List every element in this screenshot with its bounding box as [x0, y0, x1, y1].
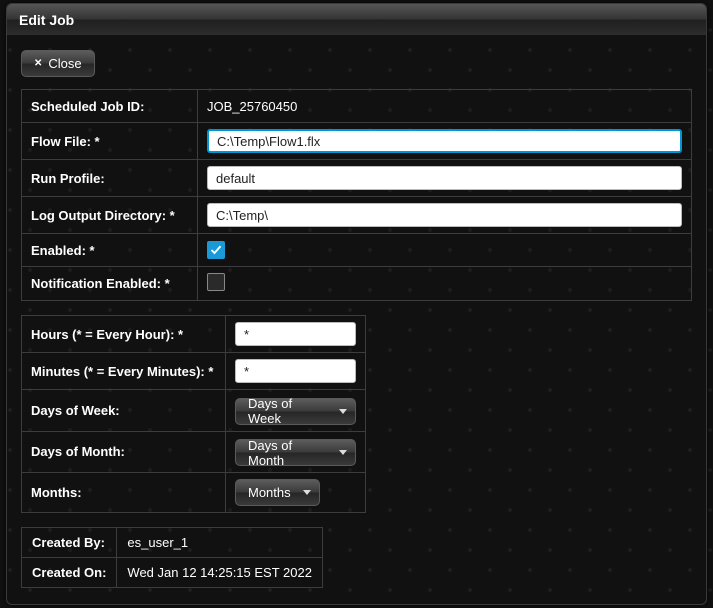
flow-file-input[interactable] [207, 129, 682, 153]
label-created-by: Created By: [22, 528, 117, 558]
days-of-month-selected: Days of Month [248, 438, 327, 468]
label-enabled: Enabled: * [22, 234, 198, 267]
months-selected: Months [248, 485, 291, 500]
label-run-profile: Run Profile: [22, 160, 198, 197]
close-button[interactable]: ✕ Close [21, 50, 95, 77]
label-days-of-week: Days of Week: [22, 390, 226, 432]
days-of-month-dropdown[interactable]: Days of Month [235, 439, 356, 466]
minutes-input[interactable] [235, 359, 356, 383]
dialog-titlebar: Edit Job [7, 4, 706, 36]
close-icon: ✕ [34, 59, 42, 69]
notification-enabled-checkbox[interactable] [207, 273, 225, 291]
label-log-output-dir: Log Output Directory: * [22, 197, 198, 234]
job-fields-table: Scheduled Job ID: JOB_25760450 Flow File… [21, 89, 692, 301]
months-dropdown[interactable]: Months [235, 479, 320, 506]
chevron-down-icon [339, 450, 347, 455]
label-days-of-month: Days of Month: [22, 431, 226, 473]
label-months: Months: [22, 473, 226, 513]
label-flow-file: Flow File: * [22, 123, 198, 160]
chevron-down-icon [339, 409, 347, 414]
days-of-week-dropdown[interactable]: Days of Week [235, 398, 356, 425]
value-created-on: Wed Jan 12 14:25:15 EST 2022 [117, 558, 323, 588]
check-icon [210, 244, 222, 256]
log-output-dir-input[interactable] [207, 203, 682, 227]
label-created-on: Created On: [22, 558, 117, 588]
label-scheduled-job-id: Scheduled Job ID: [22, 90, 198, 123]
label-minutes: Minutes (* = Every Minutes): * [22, 353, 226, 390]
chevron-down-icon [303, 490, 311, 495]
dialog-title: Edit Job [19, 12, 74, 28]
close-button-label: Close [48, 56, 81, 71]
value-created-by: es_user_1 [117, 528, 323, 558]
hours-input[interactable] [235, 322, 356, 346]
enabled-checkbox[interactable] [207, 241, 225, 259]
meta-table: Created By: es_user_1 Created On: Wed Ja… [21, 527, 323, 588]
label-hours: Hours (* = Every Hour): * [22, 316, 226, 353]
value-scheduled-job-id: JOB_25760450 [198, 90, 692, 123]
run-profile-input[interactable] [207, 166, 682, 190]
schedule-table: Hours (* = Every Hour): * Minutes (* = E… [21, 315, 366, 513]
label-notification-enabled: Notification Enabled: * [22, 267, 198, 301]
edit-job-dialog: Edit Job ✕ Close Scheduled Job ID: JOB_2… [6, 3, 707, 605]
days-of-week-selected: Days of Week [248, 396, 327, 426]
